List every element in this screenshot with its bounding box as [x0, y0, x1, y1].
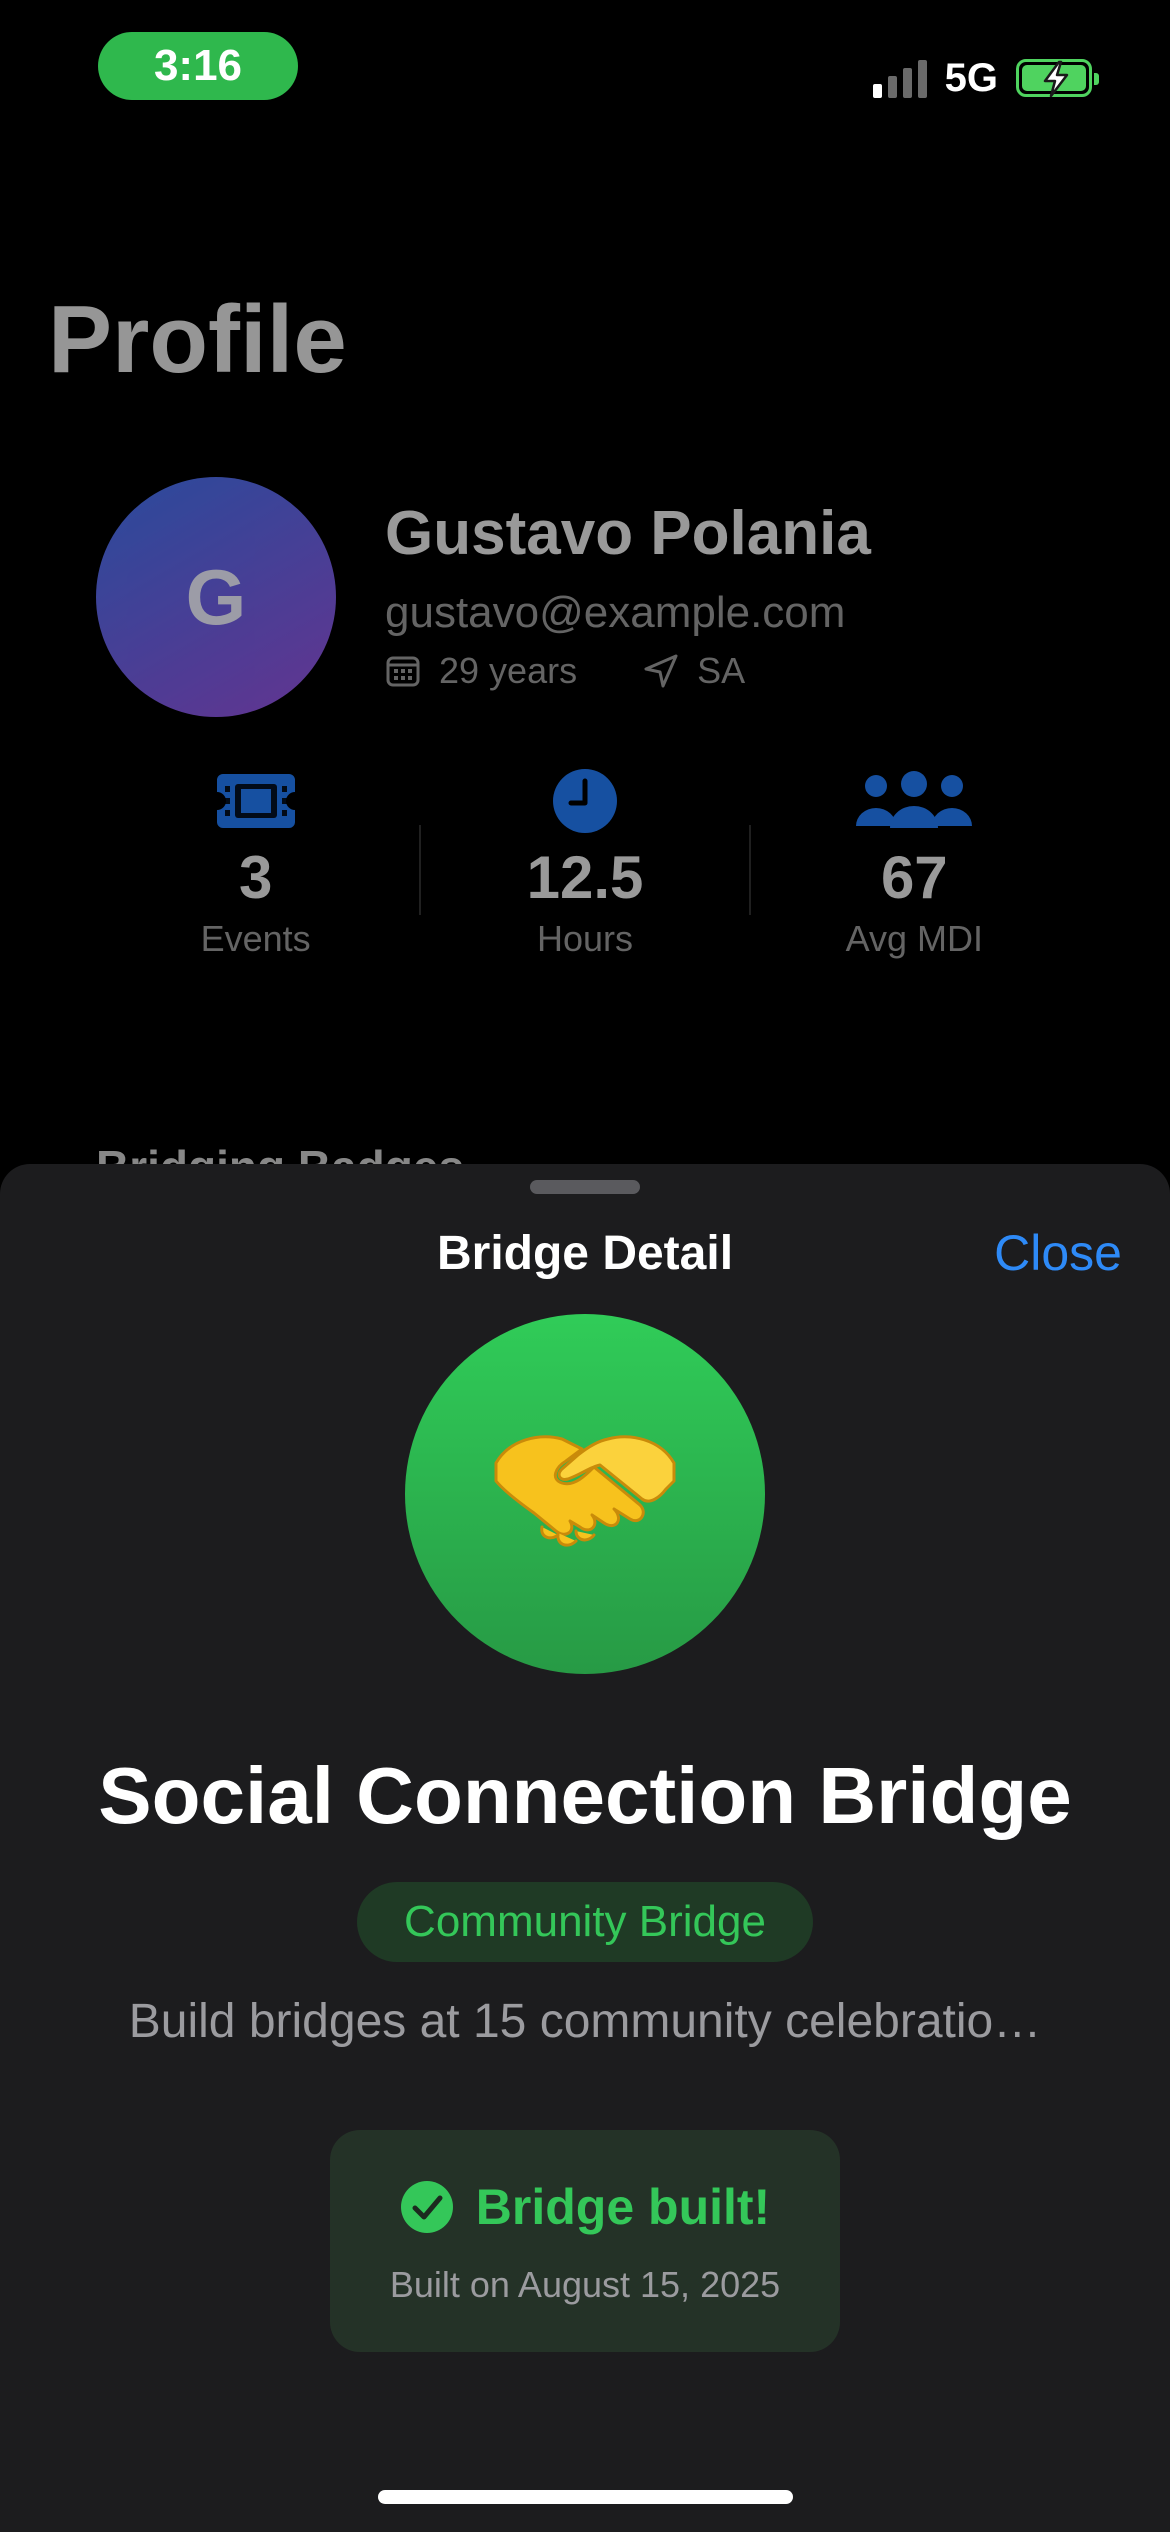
- avatar: G: [96, 477, 336, 717]
- handshake-icon: [494, 1435, 676, 1547]
- stat-label: Avg MDI: [845, 918, 983, 959]
- profile-background: Profile G Gustavo Polania gustavo@exampl…: [0, 0, 1170, 1193]
- stat-label: Events: [200, 918, 311, 959]
- people-icon: [856, 771, 973, 828]
- status-card: Bridge built! Built on August 15, 2025: [330, 2130, 840, 2352]
- category-pill: Community Bridge: [357, 1882, 813, 1962]
- user-meta: 29 years SA: [385, 650, 745, 692]
- built-date: Built on August 15, 2025: [389, 2264, 781, 2305]
- stat-value: 67: [880, 844, 948, 911]
- user-name: Gustavo Polania: [385, 499, 871, 568]
- badge-icon-circle: [405, 1314, 765, 1674]
- stat-label: Hours: [536, 918, 633, 959]
- badge-title: Social Connection Bridge: [98, 1751, 1072, 1840]
- sheet-grabber[interactable]: [530, 1180, 640, 1194]
- home-indicator[interactable]: [378, 2490, 793, 2504]
- stat-value: 12.5: [526, 844, 644, 911]
- stat-hours: 12.5 Hours: [421, 765, 748, 985]
- clock-icon: [552, 769, 617, 833]
- ticket-icon: [216, 774, 295, 828]
- status-row: Bridge built!: [330, 2178, 840, 2236]
- stat-events: 3 Events: [92, 765, 419, 985]
- stat-mdi: 67 Avg MDI: [751, 765, 1078, 985]
- stat-value: 3: [238, 844, 273, 911]
- badge-description: Build bridges at 15 community celebratio…: [128, 1995, 1042, 2048]
- avatar-initial: G: [185, 552, 247, 641]
- bridge-detail-sheet: Bridge Detail Close Social Connection Br…: [0, 1164, 1170, 2532]
- page-title: Profile: [48, 286, 347, 393]
- close-button[interactable]: Close: [994, 1224, 1122, 1282]
- user-location: SA: [697, 650, 746, 691]
- stats-row: 3 Events 12.5 Hours 67 Avg MDI: [92, 765, 1078, 985]
- user-age: 29 years: [439, 650, 578, 691]
- location-arrow-icon: [644, 654, 678, 688]
- screen: 3:16 5G Profile G Gustavo Polania gustav…: [0, 0, 1170, 2532]
- calendar-icon: [386, 656, 420, 687]
- status-text: Bridge built!: [475, 2179, 771, 2235]
- checkmark-circle-icon: [400, 2181, 453, 2233]
- user-email: gustavo@example.com: [385, 588, 846, 637]
